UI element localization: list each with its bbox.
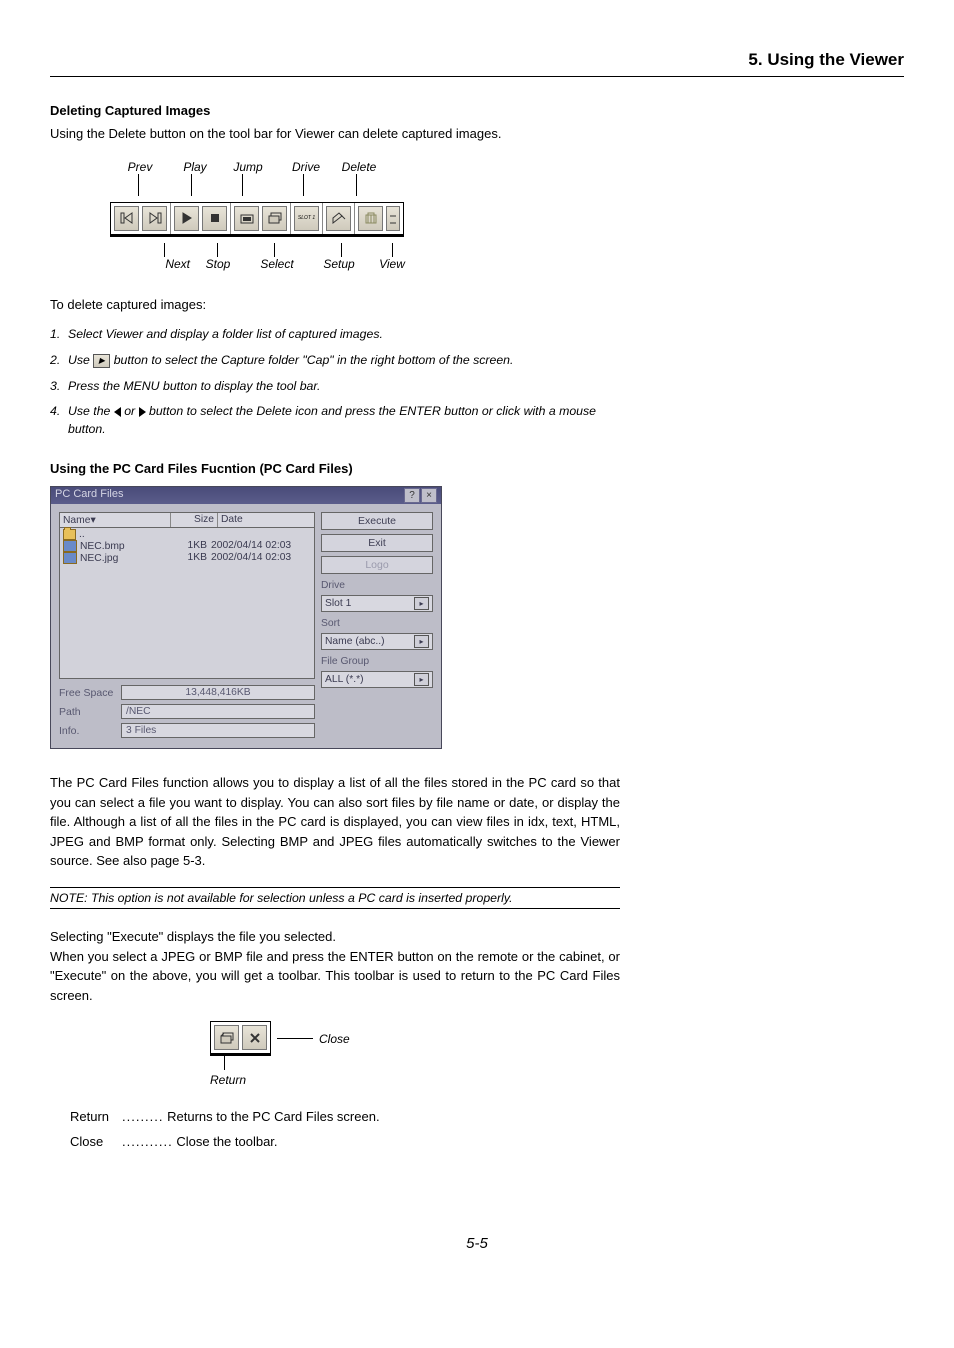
file-header: Name▾ Size Date [59,512,315,528]
return-button[interactable] [214,1025,239,1050]
select-button[interactable] [262,206,287,231]
info-value: 3 Files [121,723,315,738]
free-space-value: 13,448,416KB [121,685,315,700]
close-button[interactable] [242,1025,267,1050]
label-next: Next [110,257,190,271]
next-icon-inline: ▶ [93,354,110,368]
lead-text: To delete captured images: [50,295,620,315]
execute-paragraph-a: Selecting "Execute" displays the file yo… [50,927,620,947]
help-icon[interactable]: ? [404,488,420,503]
dialog-title-text: PC Card Files [55,488,123,503]
logo-button[interactable]: Logo [321,556,433,574]
sort-select[interactable]: Name (abc..)▸ [321,633,433,650]
exit-button[interactable]: Exit [321,534,433,552]
label-drive: Drive [276,160,336,174]
chevron-right-icon: ▸ [414,635,429,648]
stop-button[interactable] [202,206,227,231]
jump-button[interactable] [234,206,259,231]
info-label: Info. [59,725,121,737]
drive-label: Drive [321,580,433,591]
drive-button[interactable]: SLOT 1 [294,206,319,231]
triangle-left-icon [114,407,121,417]
step-1: 1.Select Viewer and display a folder lis… [50,326,620,344]
dialog-titlebar: PC Card Files ? × [51,487,441,504]
col-name[interactable]: Name▾ [60,513,171,527]
label-prev: Prev [110,160,170,174]
col-size[interactable]: Size [171,513,218,527]
chapter-header: 5. Using the Viewer [50,50,904,77]
drive-select[interactable]: Slot 1▸ [321,595,433,612]
label-setup: Setup [308,257,370,271]
page-number: 5-5 [50,1235,904,1252]
label-view: View [370,257,414,271]
path-label: Path [59,706,121,718]
folder-icon [63,529,76,540]
play-button[interactable] [174,206,199,231]
group-select[interactable]: ALL (*.*)▸ [321,671,433,688]
label-return: Return [210,1073,270,1087]
file-list: .. NEC.bmp 1KB 2002/04/14 02:03 NEC.jpg … [59,528,315,679]
viewer-toolbar: SLOT 1 [110,202,404,237]
group-label: File Group [321,656,433,667]
mini-toolbar [210,1021,271,1056]
next-button[interactable] [142,206,167,231]
execute-button[interactable]: Execute [321,512,433,530]
table-row[interactable]: NEC.jpg 1KB 2002/04/14 02:03 [60,552,314,564]
label-close: Close [319,1032,350,1046]
setup-button[interactable] [326,206,351,231]
path-value: /NEC [121,704,315,719]
label-jump: Jump [220,160,276,174]
execute-paragraph-b: When you select a JPEG or BMP file and p… [50,947,620,1006]
table-row[interactable]: .. [60,529,314,540]
image-icon [63,540,77,552]
pccard-paragraph: The PC Card Files function allows you to… [50,773,620,871]
heading-pccard: Using the PC Card Files Fucntion (PC Car… [50,461,620,476]
chevron-right-icon: ▸ [414,597,429,610]
table-row[interactable]: NEC.bmp 1KB 2002/04/14 02:03 [60,540,314,552]
chevron-right-icon: ▸ [414,673,429,686]
free-space-label: Free Space [59,687,121,699]
triangle-right-icon [139,407,146,417]
sort-label: Sort [321,618,433,629]
note-text: NOTE: This option is not available for s… [50,887,620,910]
viewer-toolbar-figure: Prev Play Jump Drive Delete [110,160,620,271]
close-icon[interactable]: × [421,488,437,503]
steps-list: 1.Select Viewer and display a folder lis… [50,326,620,439]
label-delete: Delete [336,160,382,174]
image-icon [63,552,77,564]
delete-button[interactable] [358,206,383,231]
label-play: Play [170,160,220,174]
step-3: 3.Press the MENU button to display the t… [50,378,620,396]
col-date[interactable]: Date [218,513,314,527]
definition-list: Return......... Returns to the PC Card F… [70,1105,620,1154]
mini-toolbar-figure: Close Return [210,1021,620,1087]
step-4: 4.Use the or button to select the Delete… [50,403,620,439]
view-button[interactable] [386,206,400,231]
intro-text: Using the Delete button on the tool bar … [50,124,620,144]
heading-deleting: Deleting Captured Images [50,103,620,118]
label-select: Select [246,257,308,271]
prev-button[interactable] [114,206,139,231]
label-stop: Stop [190,257,246,271]
step-2: 2.Use ▶ button to select the Capture fol… [50,352,620,370]
pccard-dialog: PC Card Files ? × Name▾ Size Date .. [50,486,442,749]
